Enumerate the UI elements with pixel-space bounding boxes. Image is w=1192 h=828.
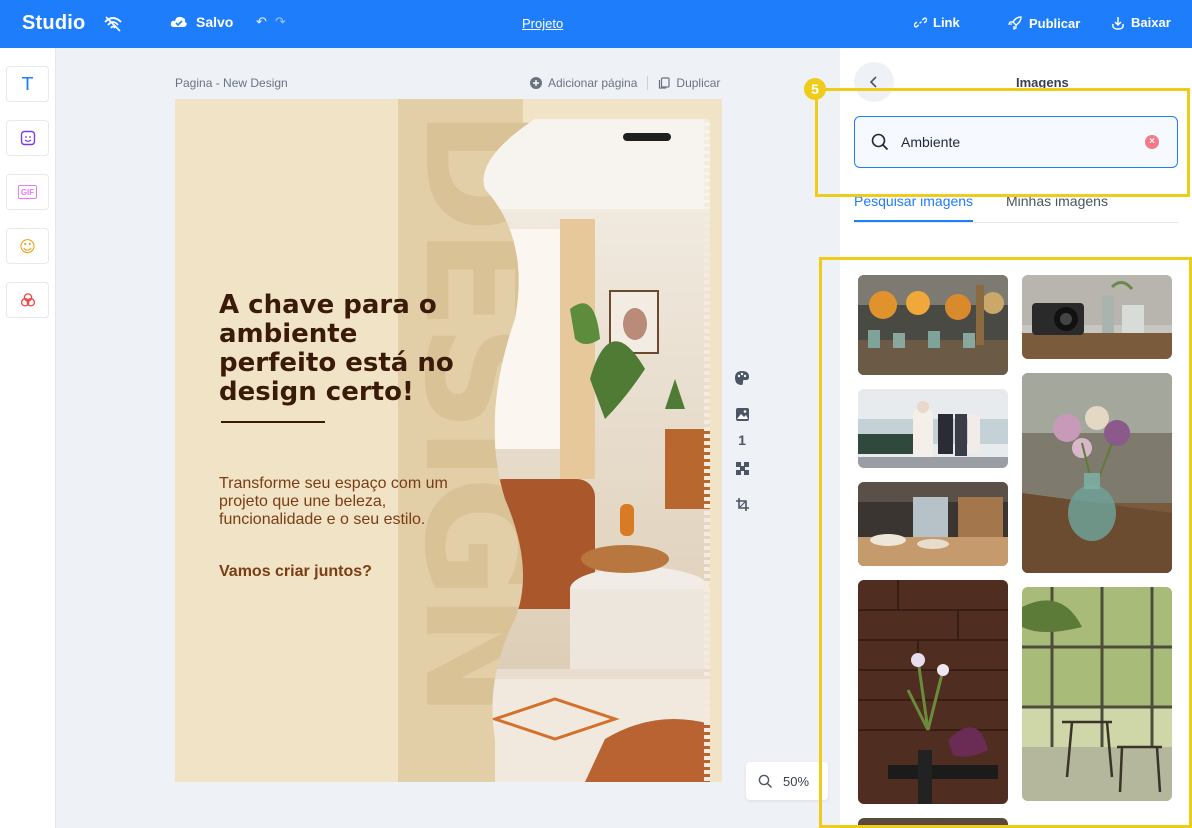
download-icon (1112, 16, 1124, 30)
living-room-photo[interactable] (475, 119, 710, 782)
rocket-icon (1007, 16, 1022, 31)
publish-label: Publicar (1029, 15, 1081, 31)
crop-icon (735, 497, 749, 511)
saved-label: Salvo (196, 14, 234, 30)
emoji-icon: ☺ (19, 236, 36, 256)
zoom-control[interactable]: 50% (746, 762, 828, 800)
add-page-label: Adicionar página (548, 76, 638, 90)
zoom-icon (758, 774, 773, 788)
design-headline-text: A chave para o ambiente perfeito está no… (219, 290, 454, 407)
download-label: Baixar (1131, 15, 1171, 30)
left-toolbar: T GIF ☺ (0, 48, 56, 828)
step-badge: 5 (804, 78, 826, 100)
logo-wave-icon (104, 16, 122, 32)
shapes-tool-button[interactable] (6, 282, 49, 318)
crop-button[interactable] (732, 494, 752, 514)
duplicate-button[interactable]: Duplicar (658, 76, 720, 90)
divider (647, 76, 649, 90)
grid-icon (735, 461, 749, 475)
gif-icon: GIF (17, 185, 38, 199)
link-icon (914, 17, 927, 28)
redo-icon[interactable]: ↷ (275, 14, 286, 30)
add-page-button[interactable]: Adicionar página (530, 76, 637, 90)
download-button[interactable]: Baixar (1111, 15, 1171, 30)
image-icon (735, 407, 749, 421)
image-button[interactable] (732, 404, 752, 424)
design-canvas[interactable]: DESIGN A chave para o ambiente perfeito … (175, 99, 722, 782)
design-headline[interactable]: A chave para o ambiente perfeito está no… (219, 291, 459, 436)
app-logo[interactable]: Studio (22, 12, 85, 35)
sticker-tool-button[interactable] (6, 120, 49, 156)
undo-icon[interactable]: ↶ (256, 14, 267, 30)
search-highlight-box (815, 88, 1190, 197)
cloud-check-icon (170, 16, 187, 27)
duplicate-label: Duplicar (676, 76, 721, 90)
undo-redo: ↶ ↷ (256, 14, 286, 30)
palette-button[interactable] (732, 368, 752, 388)
palette-icon (735, 371, 749, 385)
image-tabs: Pesquisar imagens Minhas imagens (854, 193, 1178, 223)
gif-tool-button[interactable]: GIF (6, 174, 49, 210)
text-icon: T (22, 73, 33, 95)
design-body-text[interactable]: Transforme seu espaço com um projeto que… (219, 475, 449, 529)
link-label: Link (933, 15, 960, 30)
effects-button[interactable] (732, 458, 752, 478)
copy-icon (659, 77, 671, 89)
design-cta-text[interactable]: Vamos criar juntos? (219, 563, 372, 581)
chevron-left-icon (869, 76, 877, 88)
project-link[interactable]: Projeto (522, 16, 563, 31)
saved-status: Salvo (170, 14, 233, 30)
results-highlight-box (819, 257, 1192, 828)
plus-circle-icon (530, 77, 542, 89)
emoji-tool-button[interactable]: ☺ (6, 228, 49, 264)
zoom-value: 50% (783, 773, 810, 789)
shapes-icon (20, 293, 35, 307)
sticker-icon (20, 130, 35, 146)
link-button[interactable]: Link (914, 15, 960, 30)
text-tool-button[interactable]: T (6, 66, 49, 102)
tab-search-images[interactable]: Pesquisar imagens (854, 193, 974, 222)
tab-my-images[interactable]: Minhas imagens (1006, 193, 1108, 222)
page-label: Pagina - New Design (175, 76, 288, 90)
headline-underline (221, 420, 325, 423)
publish-button[interactable]: Publicar (1007, 15, 1080, 31)
page-actions: Adicionar página Duplicar (530, 76, 720, 90)
page-number: 1 (738, 432, 746, 448)
top-bar: Studio Salvo ↶ ↷ Projeto Link Publicar B… (0, 0, 1192, 48)
